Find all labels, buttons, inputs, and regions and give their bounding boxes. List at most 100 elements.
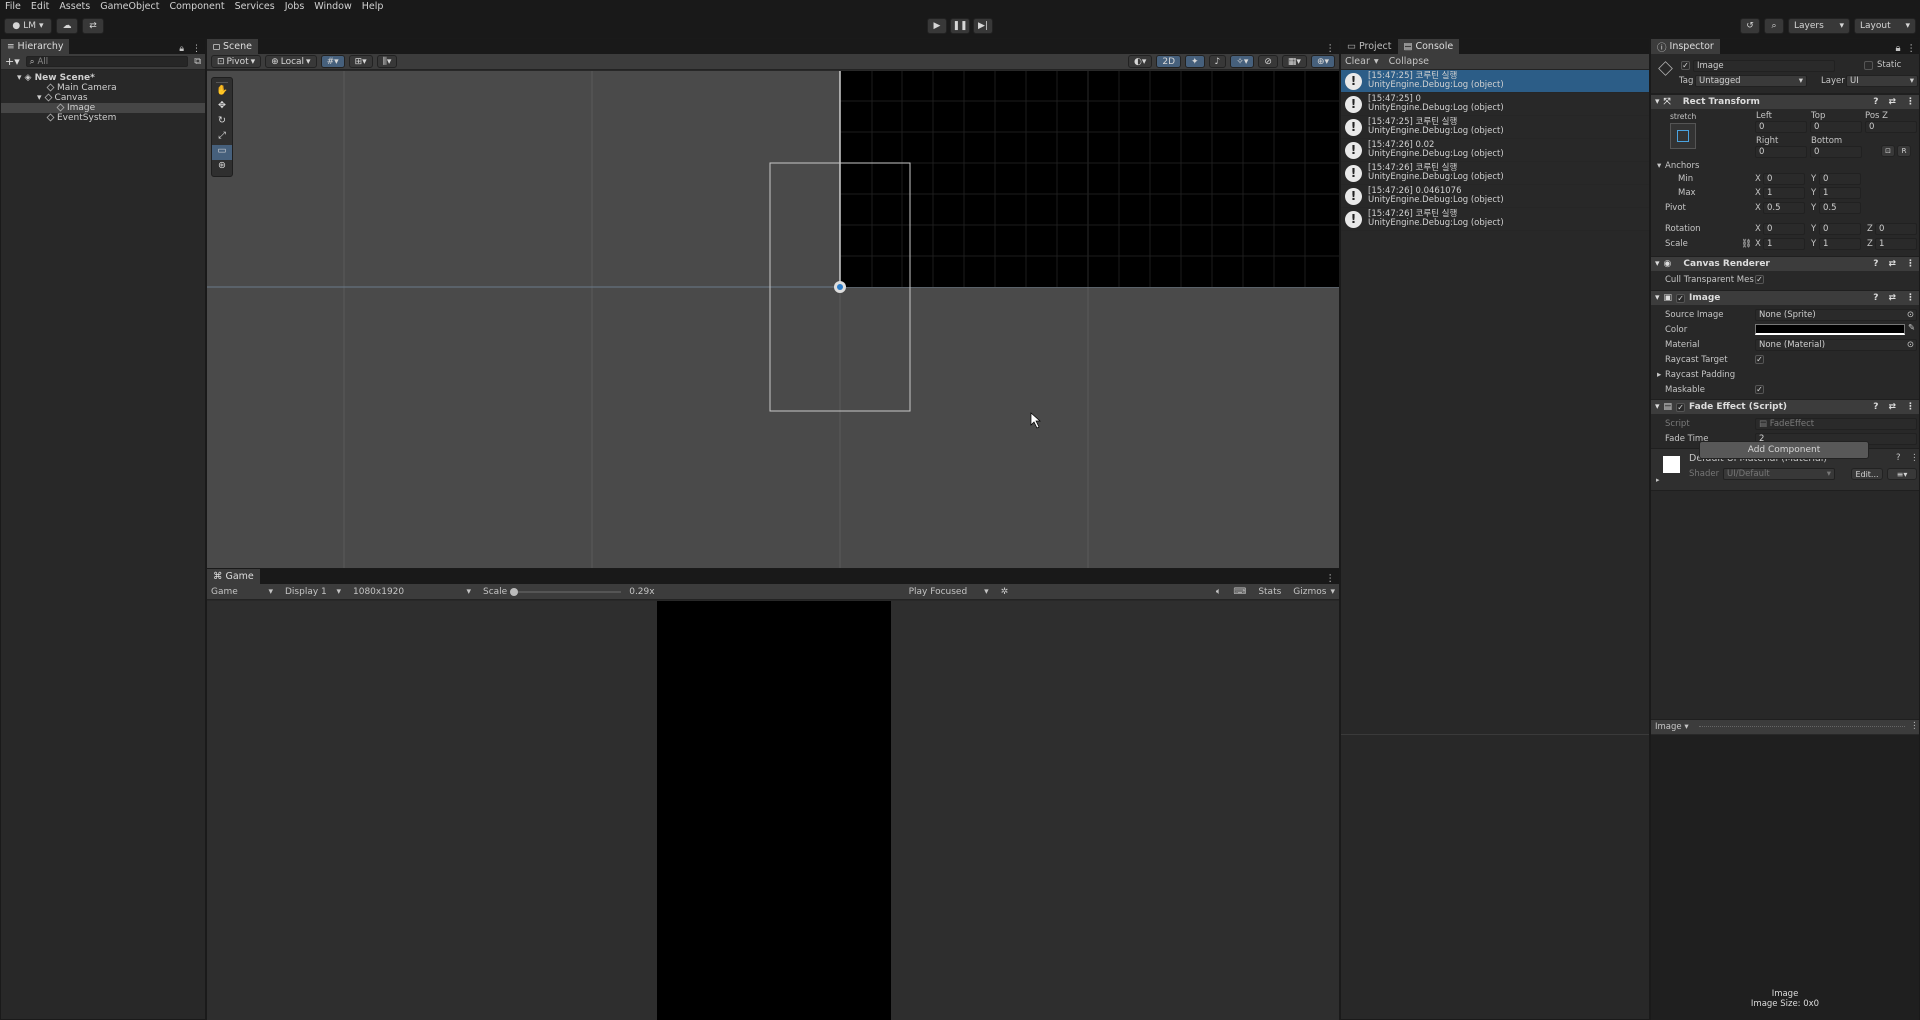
- help-icon[interactable]: ?: [1873, 97, 1878, 107]
- raw-edit-button[interactable]: R: [1897, 145, 1911, 157]
- kebab-menu-icon[interactable]: ⋮: [1906, 402, 1915, 412]
- kebab-menu-icon[interactable]: ⋮: [188, 44, 205, 54]
- menu-help[interactable]: Help: [357, 0, 389, 14]
- expand-icon[interactable]: ▾: [1657, 161, 1661, 171]
- kebab-menu-icon[interactable]: ⋮: [1906, 259, 1915, 269]
- hand-tool-icon[interactable]: ✋: [212, 85, 232, 100]
- color-swatch[interactable]: [1755, 324, 1905, 335]
- effects-dropdown[interactable]: ✧▾: [1230, 55, 1255, 68]
- preset-icon[interactable]: ⇄: [1888, 259, 1896, 269]
- account-button[interactable]: ● LM ▾: [4, 18, 52, 34]
- scale-x-input[interactable]: 1: [1763, 238, 1805, 250]
- layers-dropdown[interactable]: Layers ▾: [1788, 18, 1850, 34]
- shader-menu-button[interactable]: ≡▾: [1887, 468, 1917, 480]
- help-icon[interactable]: ?: [1873, 259, 1878, 269]
- scene-viewport[interactable]: ✋ ✥ ↻ ⤢ ▭ ⊛: [207, 71, 1339, 568]
- tab-inspector[interactable]: ⓘ Inspector: [1651, 39, 1720, 54]
- fade-enabled-checkbox[interactable]: ✓: [1676, 402, 1686, 412]
- rotation-x-input[interactable]: 0: [1763, 223, 1805, 235]
- lock-icon[interactable]: 🔒︎: [1892, 43, 1903, 54]
- preset-icon[interactable]: ⇄: [1888, 293, 1896, 303]
- pivot-x-input[interactable]: 0.5: [1763, 202, 1805, 214]
- scale-thumb[interactable]: [510, 587, 519, 596]
- image-component-header[interactable]: ▾ ▣ ✓ Image ? ⇄ ⋮: [1651, 290, 1919, 305]
- expand-right-icon[interactable]: ▸: [1656, 476, 1660, 484]
- clear-dropdown[interactable]: Clear ▾: [1345, 56, 1379, 67]
- lock-icon[interactable]: 🔒︎: [175, 44, 188, 54]
- rotate-tool-icon[interactable]: ↻: [212, 115, 232, 130]
- kebab-menu-icon[interactable]: ⋮: [1906, 293, 1915, 303]
- expand-right-icon[interactable]: ▸: [1657, 370, 1661, 380]
- static-checkbox[interactable]: [1864, 61, 1873, 70]
- lighting-toggle[interactable]: ✦: [1185, 55, 1205, 68]
- edit-shader-button[interactable]: Edit...: [1851, 468, 1883, 480]
- bug-icon[interactable]: ✲: [1001, 587, 1009, 597]
- transform-tool-icon[interactable]: ⊛: [212, 160, 232, 175]
- increment-button[interactable]: ⫼▾: [376, 55, 398, 68]
- audio-toggle[interactable]: ♪: [1208, 55, 1227, 68]
- game-view-dropdown[interactable]: Game ▾: [211, 587, 273, 597]
- preview-dropdown[interactable]: Image ▾: [1655, 722, 1689, 732]
- menu-component[interactable]: Component: [164, 0, 229, 14]
- scale-y-input[interactable]: 1: [1819, 238, 1861, 250]
- display-dropdown[interactable]: Display 1 ▾: [285, 587, 341, 597]
- shader-dropdown[interactable]: UI/Default ▾: [1723, 468, 1835, 480]
- layer-dropdown[interactable]: UI ▾: [1846, 75, 1918, 87]
- hierarchy-item-main-camera[interactable]: Main Camera: [1, 83, 205, 93]
- kebab-menu-icon[interactable]: ⋮: [1904, 43, 1920, 54]
- rotation-z-input[interactable]: 0: [1875, 223, 1917, 235]
- kebab-menu-icon[interactable]: ⋮: [1906, 97, 1915, 107]
- play-button[interactable]: ▶: [927, 18, 947, 34]
- menu-file[interactable]: File: [0, 0, 26, 14]
- pivot-y-input[interactable]: 0.5: [1819, 202, 1861, 214]
- scene-row[interactable]: ▾ ◈ New Scene*: [1, 73, 205, 83]
- object-picker-icon[interactable]: ⊙: [1907, 340, 1914, 350]
- log-entry[interactable]: ! [15:47:26] 코루틴 실행 UnityEngine.Debug:Log …: [1341, 162, 1649, 185]
- canvas-renderer-header[interactable]: ▾ ◉ Canvas Renderer ? ⇄ ⋮: [1651, 256, 1919, 271]
- resolution-dropdown[interactable]: 1080x1920 ▾: [353, 587, 471, 597]
- source-image-field[interactable]: None (Sprite) ⊙: [1755, 309, 1917, 321]
- grid-snap-button[interactable]: #▾: [320, 55, 345, 68]
- filter-icon[interactable]: ⧉: [194, 56, 201, 67]
- raycast-target-checkbox[interactable]: ✓: [1755, 355, 1764, 364]
- gizmos-dropdown[interactable]: Gizmos ▾: [1293, 587, 1335, 597]
- anchor-max-y-input[interactable]: 1: [1819, 187, 1861, 199]
- scale-z-input[interactable]: 1: [1875, 238, 1917, 250]
- posz-input[interactable]: 0: [1865, 121, 1917, 133]
- play-focused-dropdown[interactable]: Play Focused ▾: [909, 587, 989, 597]
- keyboard-icon[interactable]: ⌨: [1233, 587, 1246, 597]
- preset-icon[interactable]: ⇄: [1888, 402, 1896, 412]
- anchor-preset-button[interactable]: [1670, 123, 1696, 149]
- cloud-button[interactable]: ☁: [56, 18, 78, 34]
- top-input[interactable]: 0: [1810, 121, 1862, 133]
- preview-drag-handle[interactable]: [1699, 726, 1905, 728]
- menu-jobs[interactable]: Jobs: [280, 0, 310, 14]
- kebab-menu-icon[interactable]: ⋮: [1910, 721, 1919, 731]
- log-entry[interactable]: ! [15:47:26] 0.0461076 UnityEngine.Debug:L…: [1341, 185, 1649, 208]
- audio-icon[interactable]: 🔈︎: [1216, 587, 1221, 597]
- material-field[interactable]: None (Material) ⊙: [1755, 339, 1917, 351]
- tab-project[interactable]: ▭ Project: [1341, 39, 1398, 54]
- preview-header[interactable]: Image ▾ ⋮: [1651, 719, 1919, 734]
- anchor-max-x-input[interactable]: 1: [1763, 187, 1805, 199]
- grid-visibility-dropdown[interactable]: ▦▾: [1281, 55, 1307, 68]
- log-entry[interactable]: ! [15:47:25] 코루틴 실행 UnityEngine.Debug:Log …: [1341, 116, 1649, 139]
- log-entry[interactable]: ! [15:47:26] 코루틴 실행 UnityEngine.Debug:Log …: [1341, 208, 1649, 231]
- object-picker-icon[interactable]: ⊙: [1907, 310, 1914, 320]
- tab-game[interactable]: ⌘ Game: [207, 569, 260, 584]
- hierarchy-search-input[interactable]: ⌕ All: [25, 56, 189, 67]
- snap-increment-button[interactable]: ⊞▾: [348, 55, 373, 68]
- blueprint-button[interactable]: ⊡: [1881, 145, 1895, 157]
- bottom-input[interactable]: 0: [1810, 146, 1862, 158]
- hierarchy-item-canvas[interactable]: ▾ Canvas: [1, 93, 205, 103]
- local-dropdown[interactable]: ⊕ Local ▾: [265, 55, 317, 68]
- kebab-menu-icon[interactable]: ⋮: [1910, 453, 1919, 463]
- log-entry[interactable]: ! [15:47:25] 코루틴 실행 UnityEngine.Debug:Log …: [1341, 70, 1649, 93]
- preset-icon[interactable]: ⇄: [1888, 97, 1896, 107]
- layout-dropdown[interactable]: Layout ▾: [1854, 18, 1916, 34]
- rect-tool-icon[interactable]: ▭: [212, 145, 232, 160]
- hierarchy-item-eventsystem[interactable]: EventSystem: [1, 113, 205, 123]
- kebab-menu-icon[interactable]: ⋮: [1322, 573, 1340, 584]
- menu-assets[interactable]: Assets: [54, 0, 95, 14]
- rect-transform-header[interactable]: ▾ ⤧ Rect Transform ? ⇄ ⋮: [1651, 94, 1919, 109]
